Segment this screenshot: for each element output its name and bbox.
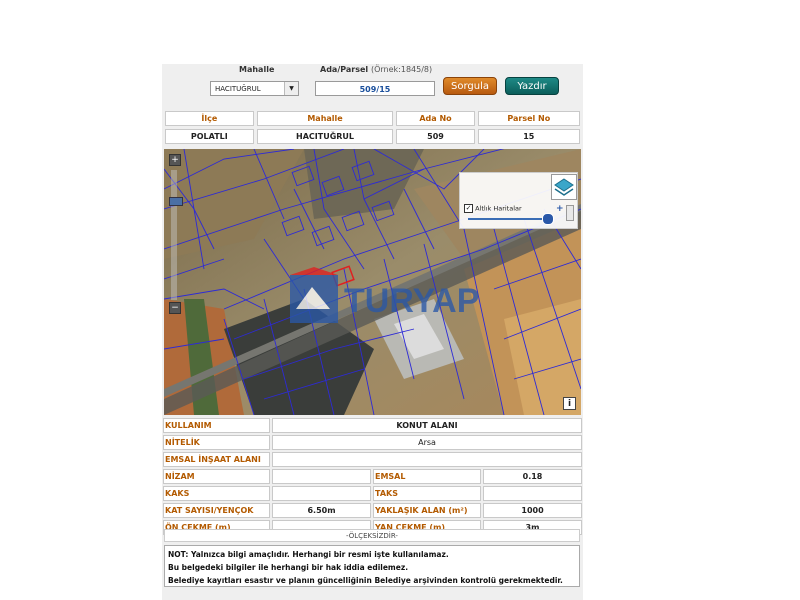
disclaimer-notes: NOT: Yalnızca bilgi amaçlıdır. Herhangi … bbox=[164, 545, 580, 587]
details-table: KULLANIM KONUT ALANI NİTELİK Arsa EMSAL … bbox=[161, 416, 584, 537]
note-line-1: NOT: Yalnızca bilgi amaçlıdır. Herhangi … bbox=[168, 550, 449, 559]
note-line-2: Bu belgedeki bilgiler ile herhangi bir h… bbox=[168, 563, 409, 572]
layers-icon[interactable] bbox=[551, 174, 577, 200]
nitelik-value: Arsa bbox=[272, 435, 582, 450]
nizam-value bbox=[272, 469, 371, 484]
table-row: KULLANIM KONUT ALANI bbox=[163, 418, 582, 433]
kaks-label: KAKS bbox=[163, 486, 271, 501]
opacity-slider-track[interactable] bbox=[468, 218, 550, 220]
query-button[interactable]: Sorgula bbox=[443, 77, 497, 95]
ada-parsel-hint: (Örnek:1845/8) bbox=[370, 65, 433, 74]
table-row: NİTELİK Arsa bbox=[163, 435, 582, 450]
summary-value-ilce: POLATLI bbox=[165, 129, 254, 144]
chevron-down-icon[interactable]: ▼ bbox=[284, 82, 298, 95]
basemap-option[interactable]: ✓ Altlık Haritalar bbox=[464, 204, 522, 213]
emsal-label: EMSAL bbox=[372, 469, 482, 484]
summary-header-ada: Ada No bbox=[396, 111, 475, 126]
emsal-insaat-label: EMSAL İNŞAAT ALANI bbox=[163, 452, 271, 467]
ada-parsel-label: Ada/Parsel (Örnek:1845/8) bbox=[320, 65, 432, 74]
plus-icon[interactable]: + bbox=[556, 204, 564, 214]
ada-parsel-input[interactable]: 509/15 bbox=[315, 81, 435, 96]
yaklasik-alan-value: 1000 bbox=[483, 503, 582, 518]
yaklasik-alan-label: YAKLAŞIK ALAN (m²) bbox=[372, 503, 482, 518]
opacity-slider-handle[interactable] bbox=[542, 213, 554, 225]
layers-icon-graphic bbox=[554, 178, 574, 196]
note-line-3: Belediye kayıtları esastır ve planın gün… bbox=[168, 576, 563, 585]
print-button[interactable]: Yazdır bbox=[505, 77, 559, 95]
summary-value-parsel: 15 bbox=[477, 129, 580, 144]
table-row: KAKS TAKS bbox=[163, 486, 582, 501]
mahalle-label: Mahalle bbox=[239, 65, 275, 74]
summary-value-row: POLATLI HACITUĞRUL 509 15 bbox=[165, 129, 580, 144]
basemap-checkbox[interactable]: ✓ bbox=[464, 204, 473, 213]
info-icon[interactable]: i bbox=[563, 397, 576, 410]
summary-table: İlçe Mahalle Ada No Parsel No POLATLI HA… bbox=[162, 108, 583, 147]
summary-header-ilce: İlçe bbox=[165, 111, 254, 126]
mahalle-select[interactable]: HACITUĞRUL ▼ bbox=[210, 81, 299, 96]
taks-label: TAKS bbox=[372, 486, 482, 501]
nizam-label: NİZAM bbox=[163, 469, 271, 484]
zoom-slider-handle[interactable] bbox=[169, 197, 183, 206]
table-row: EMSAL İNŞAAT ALANI bbox=[163, 452, 582, 467]
table-row: NİZAM EMSAL 0.18 bbox=[163, 469, 582, 484]
scale-note: -ÖLÇEKSİZDİR- bbox=[164, 529, 580, 542]
summary-header-mahalle: Mahalle bbox=[256, 111, 394, 126]
summary-header-row: İlçe Mahalle Ada No Parsel No bbox=[165, 111, 580, 126]
kullanim-label: KULLANIM bbox=[163, 418, 271, 433]
summary-value-ada: 509 bbox=[396, 129, 475, 144]
taks-value bbox=[483, 486, 582, 501]
zoom-out-button[interactable]: − bbox=[169, 302, 181, 314]
header-blank-area bbox=[144, 0, 594, 64]
zoom-in-button[interactable]: + bbox=[169, 154, 181, 166]
summary-value-mahalle: HACITUĞRUL bbox=[256, 129, 394, 144]
vertical-slider-icon[interactable] bbox=[566, 205, 574, 221]
basemap-label: Altlık Haritalar bbox=[475, 204, 522, 213]
table-row: KAT SAYISI/YENÇOK 6.50m YAKLAŞIK ALAN (m… bbox=[163, 503, 582, 518]
watermark-text: TURYAP bbox=[344, 282, 479, 320]
kat-sayisi-label: KAT SAYISI/YENÇOK bbox=[163, 503, 271, 518]
kullanim-value: KONUT ALANI bbox=[272, 418, 582, 433]
zoom-slider-track[interactable] bbox=[171, 170, 177, 300]
summary-header-parsel: Parsel No bbox=[477, 111, 580, 126]
emsal-value: 0.18 bbox=[483, 469, 582, 484]
kaks-value bbox=[272, 486, 371, 501]
emsal-insaat-value bbox=[272, 452, 582, 467]
mahalle-select-value: HACITUĞRUL bbox=[215, 85, 261, 93]
nitelik-label: NİTELİK bbox=[163, 435, 271, 450]
kat-sayisi-value: 6.50m bbox=[272, 503, 371, 518]
ada-parsel-label-text: Ada/Parsel bbox=[320, 65, 369, 74]
